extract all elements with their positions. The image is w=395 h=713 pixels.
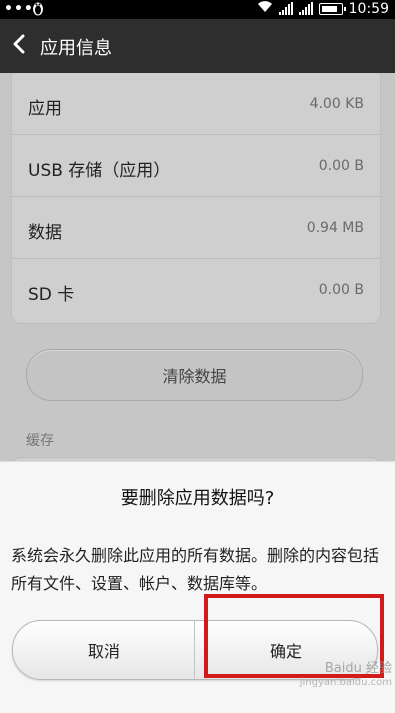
watermark-url: jingyan.baidu.com (299, 677, 392, 688)
row-value: 0.00 B (318, 158, 364, 174)
status-time: 10:59 (348, 0, 389, 17)
storage-row-app: 应用 4.00 KB (12, 73, 380, 135)
clear-data-button[interactable]: 清除数据 (26, 349, 363, 401)
row-label: SD 卡 (28, 285, 75, 305)
cancel-button[interactable]: 取消 (13, 621, 195, 679)
storage-card: 应用 4.00 KB USB 存储（应用） 0.00 B 数据 0.94 MB … (11, 73, 381, 324)
storage-row-usb: USB 存储（应用） 0.00 B (12, 135, 380, 197)
watermark-brand: Baidu 经验 (324, 661, 392, 676)
cache-section-label: 缓存 (26, 433, 54, 449)
row-value: 0.00 B (318, 282, 364, 298)
chevron-left-icon[interactable] (10, 32, 30, 56)
signal-icon (298, 2, 313, 15)
storage-row-sd: SD 卡 0.00 B (12, 259, 380, 321)
notification-dots: ••• (4, 1, 34, 17)
row-value: 4.00 KB (309, 96, 364, 112)
penguin-icon (32, 0, 44, 20)
row-label: 应用 (28, 99, 62, 119)
battery-icon (318, 2, 346, 15)
dialog-message: 系统会永久删除此应用的所有数据。删除的内容包括所有文件、设置、帐户、数据库等。 (11, 546, 380, 593)
page-title: 应用信息 (40, 38, 112, 59)
wifi-icon (257, 0, 273, 17)
row-label: 数据 (28, 223, 62, 243)
dialog-title: 要删除应用数据吗? (120, 488, 275, 509)
action-bar: 应用信息 (0, 19, 395, 73)
storage-row-data: 数据 0.94 MB (12, 197, 380, 259)
row-label: USB 存储（应用） (28, 161, 171, 181)
signal-icon (278, 2, 293, 15)
baidu-watermark: Baidu 经验 jingyan.baidu.com (282, 662, 392, 690)
row-value: 0.94 MB (306, 220, 364, 236)
status-bar: ••• 10:59 (0, 0, 395, 19)
